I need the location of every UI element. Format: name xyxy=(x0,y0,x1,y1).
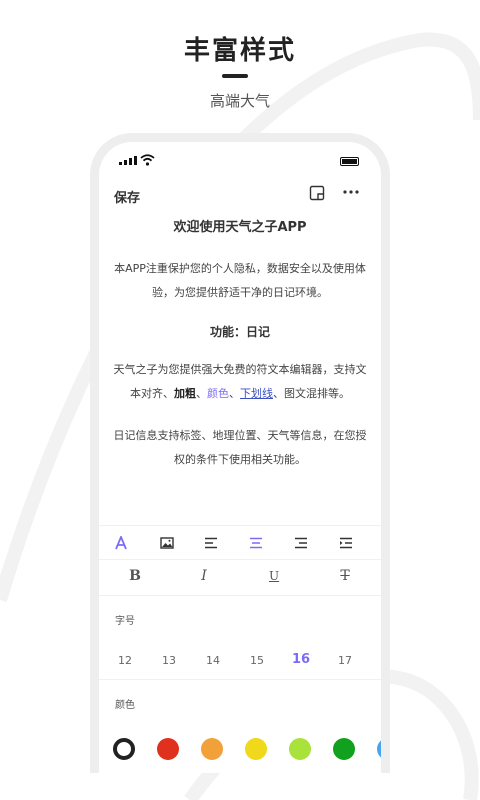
color-swatch-lime[interactable] xyxy=(289,738,311,760)
indent-icon[interactable] xyxy=(334,534,358,552)
bold-button[interactable]: B xyxy=(123,568,147,588)
phone-frame: 保存 欢迎使用天气之子APP 本APP注重保护您的个人隐私，数据安全以及使用体验… xyxy=(90,133,390,773)
features-text-end: 、图文混排等。 xyxy=(273,387,350,400)
align-right-icon[interactable] xyxy=(289,534,313,552)
promo-title: 丰富样式 xyxy=(183,36,296,66)
separator-text: 、 xyxy=(196,387,207,400)
editor-toolbar: 保存 xyxy=(99,182,381,210)
font-size-option-16[interactable]: 16 xyxy=(288,652,314,667)
battery-icon xyxy=(340,157,359,166)
color-swatch-green[interactable] xyxy=(333,738,355,760)
document-paragraph-info: 日记信息支持标签、地理位置、天气等信息，在您授权的条件下使用相关功能。 xyxy=(113,429,367,466)
status-bar xyxy=(119,154,359,170)
more-options-icon[interactable] xyxy=(343,188,359,196)
preview-icon[interactable] xyxy=(309,185,325,201)
signal-icon xyxy=(119,156,137,165)
wifi-icon xyxy=(140,154,155,166)
color-swatch-orange[interactable] xyxy=(201,738,223,760)
text-style-toolbar: B I U T xyxy=(99,559,381,595)
underline-button[interactable]: U xyxy=(262,569,286,589)
font-size-option-17[interactable]: 17 xyxy=(332,654,358,667)
promo-subtitle: 高端大气 xyxy=(209,92,270,110)
strikethrough-button[interactable]: T xyxy=(333,568,357,588)
format-toolbar xyxy=(99,525,381,559)
text-color-icon[interactable] xyxy=(109,534,133,552)
insert-image-icon[interactable] xyxy=(155,534,179,552)
document-paragraph-privacy: 本APP注重保护您的个人隐私，数据安全以及使用体验，为您提供舒适干净的日记环境。 xyxy=(114,262,366,299)
promo-title-underline xyxy=(222,74,248,78)
color-swatch-yellow[interactable] xyxy=(245,738,267,760)
font-size-option-15[interactable]: 15 xyxy=(244,654,270,667)
color-section: 颜色 xyxy=(99,679,381,773)
document-title: 欢迎使用天气之子APP xyxy=(173,220,307,235)
separator-text: 、 xyxy=(229,387,240,400)
document-subtitle: 功能：日记 xyxy=(209,325,270,339)
color-swatch-red[interactable] xyxy=(157,738,179,760)
font-size-option-12[interactable]: 12 xyxy=(112,654,138,667)
italic-button[interactable]: I xyxy=(192,568,216,588)
align-left-icon[interactable] xyxy=(199,534,223,552)
document-paragraph-features: 天气之子为您提供强大免费的符文本编辑器，支持文本对齐、加粗、颜色、下划线、图文混… xyxy=(113,358,367,406)
underline-sample-text: 下划线 xyxy=(240,387,273,400)
colored-sample-text: 颜色 xyxy=(207,387,229,400)
color-label: 颜色 xyxy=(115,700,135,711)
save-button[interactable]: 保存 xyxy=(114,187,140,206)
font-size-option-13[interactable]: 13 xyxy=(156,654,182,667)
document-body[interactable]: 欢迎使用天气之子APP 本APP注重保护您的个人隐私，数据安全以及使用体验，为您… xyxy=(113,212,367,472)
font-size-option-14[interactable]: 14 xyxy=(200,654,226,667)
font-size-section: 字号 12 13 14 15 16 17 xyxy=(99,595,381,679)
color-swatch-black[interactable] xyxy=(113,738,135,760)
bold-sample-text: 加粗 xyxy=(174,387,196,400)
font-size-label: 字号 xyxy=(115,616,135,627)
align-center-icon[interactable] xyxy=(244,534,268,552)
color-swatch-blue[interactable] xyxy=(377,738,381,760)
